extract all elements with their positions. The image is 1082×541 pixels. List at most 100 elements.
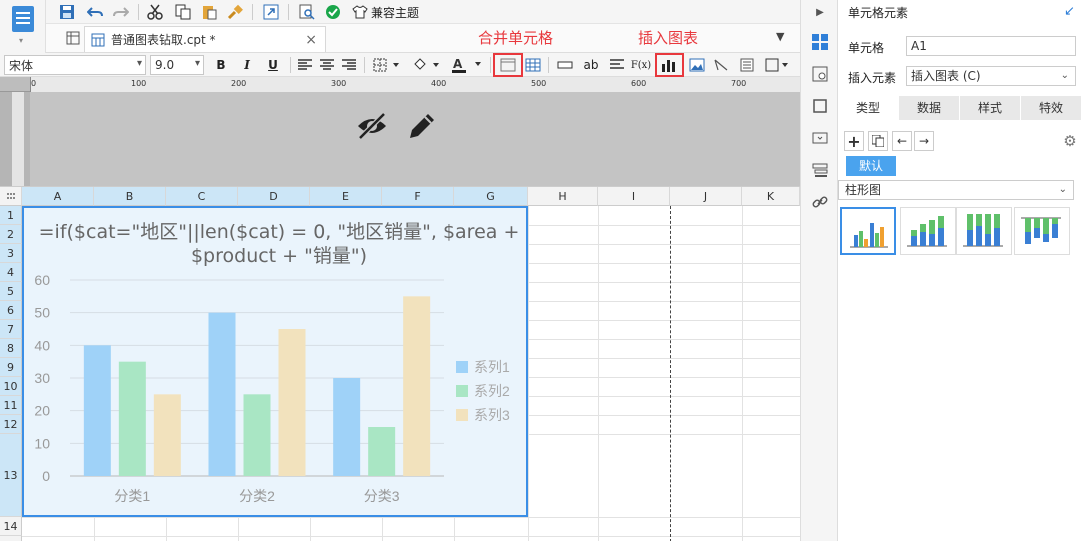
condition-icon[interactable] <box>811 161 829 179</box>
hide-icon[interactable] <box>356 110 388 142</box>
ab-button[interactable]: ab <box>582 56 600 74</box>
edit-pencil-icon[interactable] <box>406 110 438 142</box>
frame-icon[interactable] <box>764 56 790 74</box>
align-right-icon[interactable] <box>340 56 358 74</box>
find-icon[interactable] <box>298 3 316 21</box>
cut-icon[interactable] <box>146 3 164 21</box>
richtext-icon[interactable] <box>608 56 626 74</box>
cell-attribute-icon[interactable] <box>811 65 829 83</box>
cell-element-icon[interactable] <box>811 33 829 51</box>
chart-style-percent-stacked[interactable] <box>956 207 1012 255</box>
tab-effect[interactable]: 特效 <box>1021 96 1082 120</box>
tab-grid-icon[interactable] <box>64 29 82 47</box>
column-header[interactable]: C <box>166 187 238 206</box>
row-header[interactable]: 10 <box>0 377 22 396</box>
app-logo-icon <box>12 6 34 32</box>
preview-icon[interactable] <box>262 3 280 21</box>
column-header[interactable]: G <box>454 187 528 206</box>
insert-element-select[interactable]: 插入图表 (C) ⌄ <box>906 66 1076 86</box>
row-header[interactable]: 4 <box>0 263 22 282</box>
panel-title: 单元格元素 <box>848 6 909 20</box>
grid-corner[interactable] <box>0 187 22 206</box>
chart-style-clustered[interactable] <box>840 207 896 255</box>
chart-type-select[interactable]: 柱形图 ⌄ <box>838 180 1074 200</box>
column-header[interactable]: A <box>22 187 94 206</box>
redo-icon[interactable] <box>112 3 130 21</box>
align-center-icon[interactable] <box>318 56 336 74</box>
align-left-icon[interactable] <box>296 56 314 74</box>
formula-button[interactable]: F(x) <box>631 56 651 74</box>
bold-button[interactable]: B <box>212 56 230 74</box>
expand-arrow-icon[interactable]: ▶ <box>811 3 829 21</box>
row-header[interactable]: 15 <box>0 536 22 541</box>
column-header[interactable]: E <box>310 187 382 206</box>
chart-bar <box>243 394 271 476</box>
table-icon[interactable] <box>524 56 542 74</box>
image-icon[interactable] <box>688 56 706 74</box>
row-header[interactable]: 8 <box>0 339 22 358</box>
border-icon[interactable] <box>372 56 402 74</box>
row-header[interactable]: 6 <box>0 301 22 320</box>
chart-cell-a1[interactable]: =if($cat="地区"||len($cat) = 0, "地区销量", $a… <box>22 206 528 517</box>
add-chart-icon[interactable]: + <box>844 131 864 151</box>
chart-style-bidirectional[interactable] <box>1014 207 1070 255</box>
y-tick-label: 50 <box>34 305 50 321</box>
format-painter-icon[interactable] <box>226 3 244 21</box>
collapse-arrow-icon[interactable]: ▼ <box>776 30 784 43</box>
column-header[interactable]: J <box>670 187 742 206</box>
column-header[interactable]: H <box>528 187 598 206</box>
move-left-icon[interactable]: ← <box>892 131 912 151</box>
paste-icon[interactable] <box>200 3 218 21</box>
column-header[interactable]: K <box>742 187 800 206</box>
chart-style-stacked[interactable] <box>900 207 956 255</box>
row-header[interactable]: 3 <box>0 244 22 263</box>
copy-icon[interactable] <box>174 3 192 21</box>
dock-arrow-icon[interactable]: ↙ <box>1064 4 1075 19</box>
row-header[interactable]: 5 <box>0 282 22 301</box>
tab-type[interactable]: 类型 <box>838 96 899 120</box>
row-header[interactable]: 13 <box>0 434 22 517</box>
slash-icon[interactable] <box>712 56 730 74</box>
chevron-down-icon: ⌄ <box>1060 70 1069 81</box>
font-size-select[interactable]: 9.0 ▾ <box>150 55 204 75</box>
italic-button[interactable]: I <box>238 56 256 74</box>
column-header[interactable]: B <box>94 187 166 206</box>
text-field-icon[interactable] <box>556 56 574 74</box>
app-menu[interactable]: ▾ <box>0 0 46 53</box>
frame-style-icon[interactable] <box>811 97 829 115</box>
check-icon[interactable] <box>324 3 342 21</box>
tab-document[interactable]: 普通图表钻取.cpt * × <box>84 26 326 52</box>
row-header[interactable]: 11 <box>0 396 22 415</box>
move-right-icon[interactable]: → <box>914 131 934 151</box>
row-header[interactable]: 12 <box>0 415 22 434</box>
underline-button[interactable]: U <box>264 56 282 74</box>
default-chart-tab[interactable]: 默认 <box>846 156 896 176</box>
spreadsheet-grid[interactable]: A B C D E F G H I J K 1 2 3 4 5 6 7 8 9 … <box>0 186 800 541</box>
tab-data[interactable]: 数据 <box>899 96 960 120</box>
column-header[interactable]: F <box>382 187 454 206</box>
widget-icon[interactable] <box>811 129 829 147</box>
cell-element-panel: 单元格元素 ↙ 单元格 A1 插入元素 插入图表 (C) ⌄ 类型 数据 样式 … <box>838 0 1082 541</box>
row-header[interactable]: 2 <box>0 225 22 244</box>
undo-icon[interactable] <box>86 3 104 21</box>
tab-style[interactable]: 样式 <box>960 96 1021 120</box>
save-icon[interactable] <box>58 3 76 21</box>
copy-chart-icon[interactable] <box>868 131 888 151</box>
font-color-icon[interactable]: A <box>450 56 484 74</box>
bar-chart[interactable]: 0 10 20 30 40 50 60 分类1 分类2 分类3 系列1 系列2 系列3 <box>24 268 526 515</box>
row-header[interactable]: 9 <box>0 358 22 377</box>
column-header[interactable]: D <box>238 187 310 206</box>
hyperlink-icon[interactable] <box>811 193 829 211</box>
column-header[interactable]: I <box>598 187 670 206</box>
row-header[interactable]: 1 <box>0 206 22 225</box>
cell-input[interactable]: A1 <box>906 36 1076 56</box>
sub-report-icon[interactable] <box>738 56 756 74</box>
chart-bar <box>403 296 431 476</box>
fill-color-icon[interactable] <box>412 56 442 74</box>
row-header[interactable]: 7 <box>0 320 22 339</box>
font-family-select[interactable]: 宋体 ▾ <box>4 55 146 75</box>
row-header[interactable]: 14 <box>0 517 22 536</box>
compatible-theme-button[interactable]: 兼容主题 <box>352 2 419 22</box>
settings-gear-icon[interactable]: ⚙ <box>1060 131 1080 151</box>
close-icon[interactable]: × <box>305 32 317 48</box>
